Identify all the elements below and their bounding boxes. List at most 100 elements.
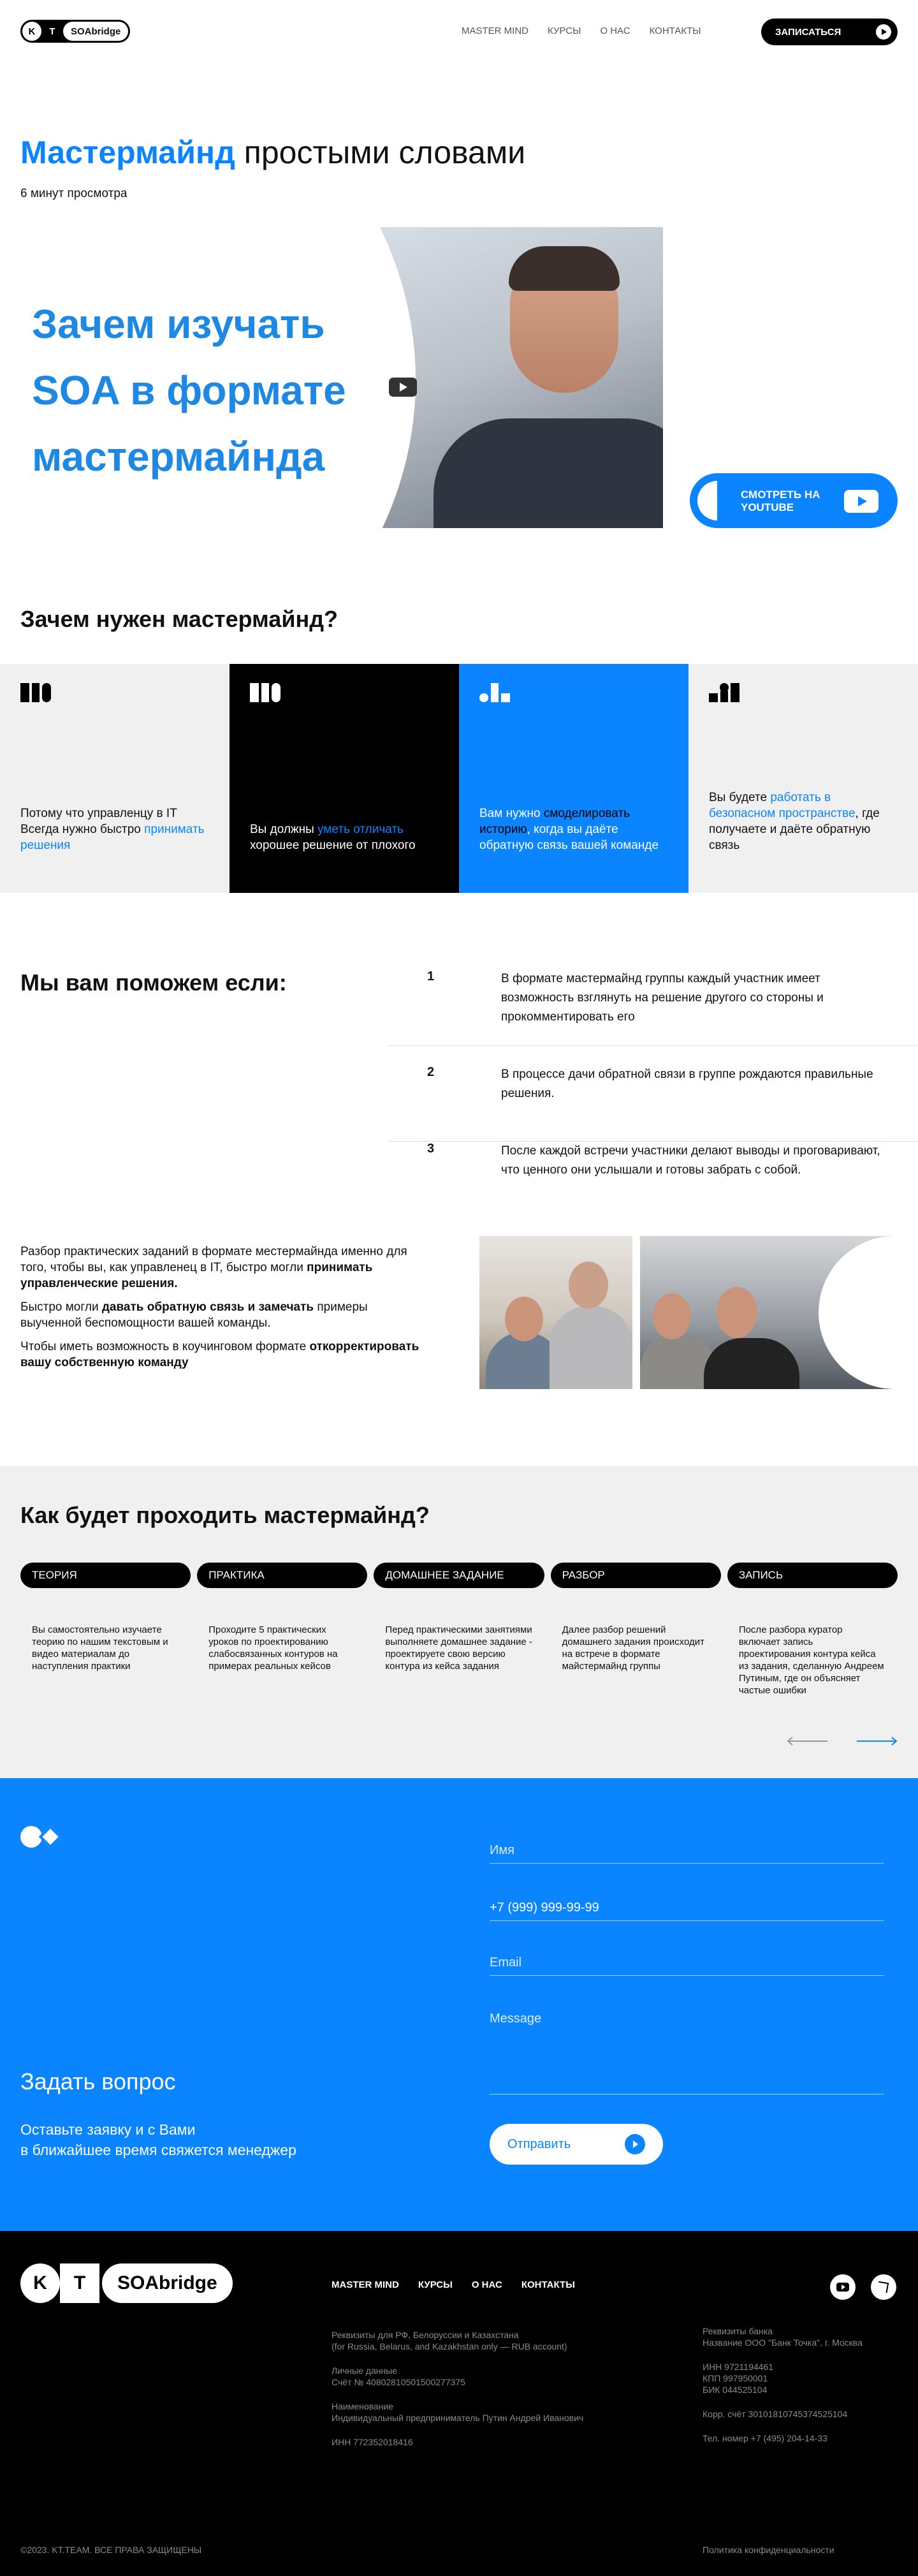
tab-review[interactable]: РАЗБОР [550,1563,721,1588]
page-title: Мастермайнд простыми словами [20,134,525,171]
youtube-icon [844,490,878,513]
requisites-line: Индивидуальный предприниматель Путин Анд… [332,2413,584,2423]
help-item-text: В формате мастермайнд группы каждый учас… [501,972,824,1024]
tab-theory[interactable]: ТЕОРИЯ [20,1563,191,1588]
contact-lead-line: Оставьте заявку и с Вами [20,2121,196,2138]
help-item: 2 В процессе дачи обратной связи в групп… [389,1065,918,1142]
why-card: Вам нужно смоделировать историю, когда в… [459,664,688,893]
phone-value: +7 (999) 999-99-99 [490,1901,599,1915]
bank-line: Тел. номер +7 (495) 204-14-33 [703,2433,827,2443]
signup-button[interactable]: ЗАПИСАТЬСЯ [761,18,898,45]
clapper-icon [20,683,51,702]
about-paragraph: Чтобы иметь возможность в коучинговом фо… [20,1339,428,1371]
help-item-text: В процессе дачи обратной связи в группе … [501,1068,873,1100]
speaker-hair [509,246,620,291]
help-item-number: 1 [427,969,435,983]
logo-k: K [20,2263,60,2303]
person-head [717,1287,757,1338]
nav-item-about[interactable]: О НАС [600,26,630,36]
watch-time: 6 минут просмотра [20,187,127,200]
help-item: 3 После каждой встречи участники делают … [389,1142,918,1199]
privacy-policy-link[interactable]: Политика конфиденциальности [703,2545,834,2555]
contact-section: Задать вопрос Оставьте заявку и с Вами в … [0,1778,918,2231]
email-field[interactable]: Email [490,1954,884,1976]
bank-line: Корр. счёт 30101810745374525104 [703,2409,848,2419]
footer-requisites-bank: Реквизиты банка Название ООО "Банк Точка"… [703,2325,900,2457]
title-accent: Мастермайнд [20,135,235,170]
name-placeholder: Имя [490,1843,514,1857]
phone-field[interactable]: +7 (999) 999-99-99 [490,1899,884,1921]
message-placeholder: Message [490,2012,542,2026]
help-item-number: 2 [427,1065,435,1079]
footer-nav: MASTER MIND КУРСЫ О НАС КОНТАКТЫ [332,2279,575,2290]
requisites-line: Счёт № 40802810501500277375 [332,2377,465,2387]
main-nav: MASTER MIND КУРСЫ О НАС КОНТАКТЫ [462,26,701,36]
arrow-right-icon[interactable] [857,1736,898,1746]
blocks-icon [479,683,510,702]
bank-block: ИНН 9721194461 КПП 997950001 БИК 044525104 [703,2361,900,2396]
send-button[interactable]: Отправить [490,2124,663,2165]
why-card: Вы будете работать в безопасном простран… [688,664,918,893]
dot-diamond [38,1825,62,1849]
bank-block: Корр. счёт 30101810745374525104 [703,2408,900,2420]
bank-line: КПП 997950001 [703,2373,768,2383]
footer-nav-mastermind[interactable]: MASTER MIND [332,2279,399,2290]
video-play-icon[interactable] [389,378,417,397]
footer-nav-courses[interactable]: КУРСЫ [418,2279,453,2290]
requisites-line: Наименование [332,2401,394,2411]
logo-t: T [43,22,62,41]
video-preview[interactable]: Зачем изучать SOA в формате мастермайнда [20,227,663,528]
how-steps: Вы самостоятельно изучаете теорию по наш… [20,1624,898,1696]
about-paragraph: Разбор практических заданий в формате ме… [20,1244,428,1292]
page: K T SOAbridge MASTER MIND КУРСЫ О НАС КО… [0,0,918,2576]
watch-youtube-button[interactable]: СМОТРЕТЬ НА YOUTUBE [690,473,898,528]
tab-recording[interactable]: ЗАПИСЬ [727,1563,898,1588]
card-text-pre: Вам нужно [479,807,544,820]
logo-word: SOAbridge [63,22,129,41]
arrow-left-icon[interactable] [787,1736,827,1746]
logo-word: SOAbridge [102,2263,233,2303]
contact-lead-line: в ближайшее время свяжется менеджер [20,2142,296,2158]
team-photo [640,1236,898,1389]
footer-nav-contacts[interactable]: КОНТАКТЫ [521,2279,575,2290]
site-header: K T SOAbridge MASTER MIND КУРСЫ О НАС КО… [0,0,918,64]
about-text-span: Чтобы иметь возможность в коучинговом фо… [20,1340,310,1353]
requisites-block: ИНН 772352018416 [332,2436,663,2448]
how-title: Как будет проходить мастермайнд? [20,1502,430,1528]
telegram-icon[interactable] [871,2274,896,2300]
logo-k: K [22,22,41,41]
speaker-shirt [433,418,663,528]
requisites-block: Реквизиты для РФ, Белоруссии и Казахстан… [332,2329,663,2352]
requisites-line: Реквизиты для РФ, Белоруссии и Казахстан… [332,2330,519,2340]
nav-item-contacts[interactable]: КОНТАКТЫ [650,26,701,36]
requisites-line: (for Russia, Belarus, and Kazakhstan onl… [332,2341,567,2352]
why-card: Потому что управленцу в IT Всегда нужно … [0,664,229,893]
nav-item-mastermind[interactable]: MASTER MIND [462,26,528,36]
nav-item-courses[interactable]: КУРСЫ [548,26,581,36]
footer-nav-about[interactable]: О НАС [472,2279,502,2290]
message-field[interactable]: Message [490,2012,884,2094]
how-tabs: ТЕОРИЯ ПРАКТИКА ДОМАШНЕЕ ЗАДАНИЕ РАЗБОР … [20,1563,898,1588]
why-cards: Потому что управленцу в IT Всегда нужно … [0,664,918,893]
step-text: Перед практическими занятиями выполняете… [385,1624,532,1672]
arrow-icon [625,2134,645,2154]
bank-line: Название ООО "Банк Точка", г. Москва [703,2337,863,2348]
about-paragraph: Быстро могли давать обратную связь и зам… [20,1299,428,1331]
youtube-icon[interactable] [830,2274,856,2300]
card-text-pre: Вы должны [250,823,318,836]
person-head [505,1297,543,1341]
help-item-number: 3 [427,1142,435,1156]
name-field[interactable]: Имя [490,1842,884,1864]
footer-logo[interactable]: K T SOAbridge [20,2263,233,2304]
card-text-pre: Вы будете [709,791,771,804]
bank-block: Реквизиты банка Название ООО "Банк Точка"… [703,2325,900,2348]
decorative-circle [819,1236,898,1389]
contact-lead: Оставьте заявку и с Вами в ближайшее врем… [20,2119,296,2160]
watch-youtube-label: СМОТРЕТЬ НА YOUTUBE [741,489,820,513]
tab-homework[interactable]: ДОМАШНЕЕ ЗАДАНИЕ [374,1563,544,1588]
logo[interactable]: K T SOAbridge [20,20,131,43]
tab-practice[interactable]: ПРАКТИКА [197,1563,368,1588]
why-card-text: Потому что управленцу в IT Всегда нужно … [20,806,205,853]
clapper-icon [250,683,280,702]
signup-label: ЗАПИСАТЬСЯ [775,26,841,38]
